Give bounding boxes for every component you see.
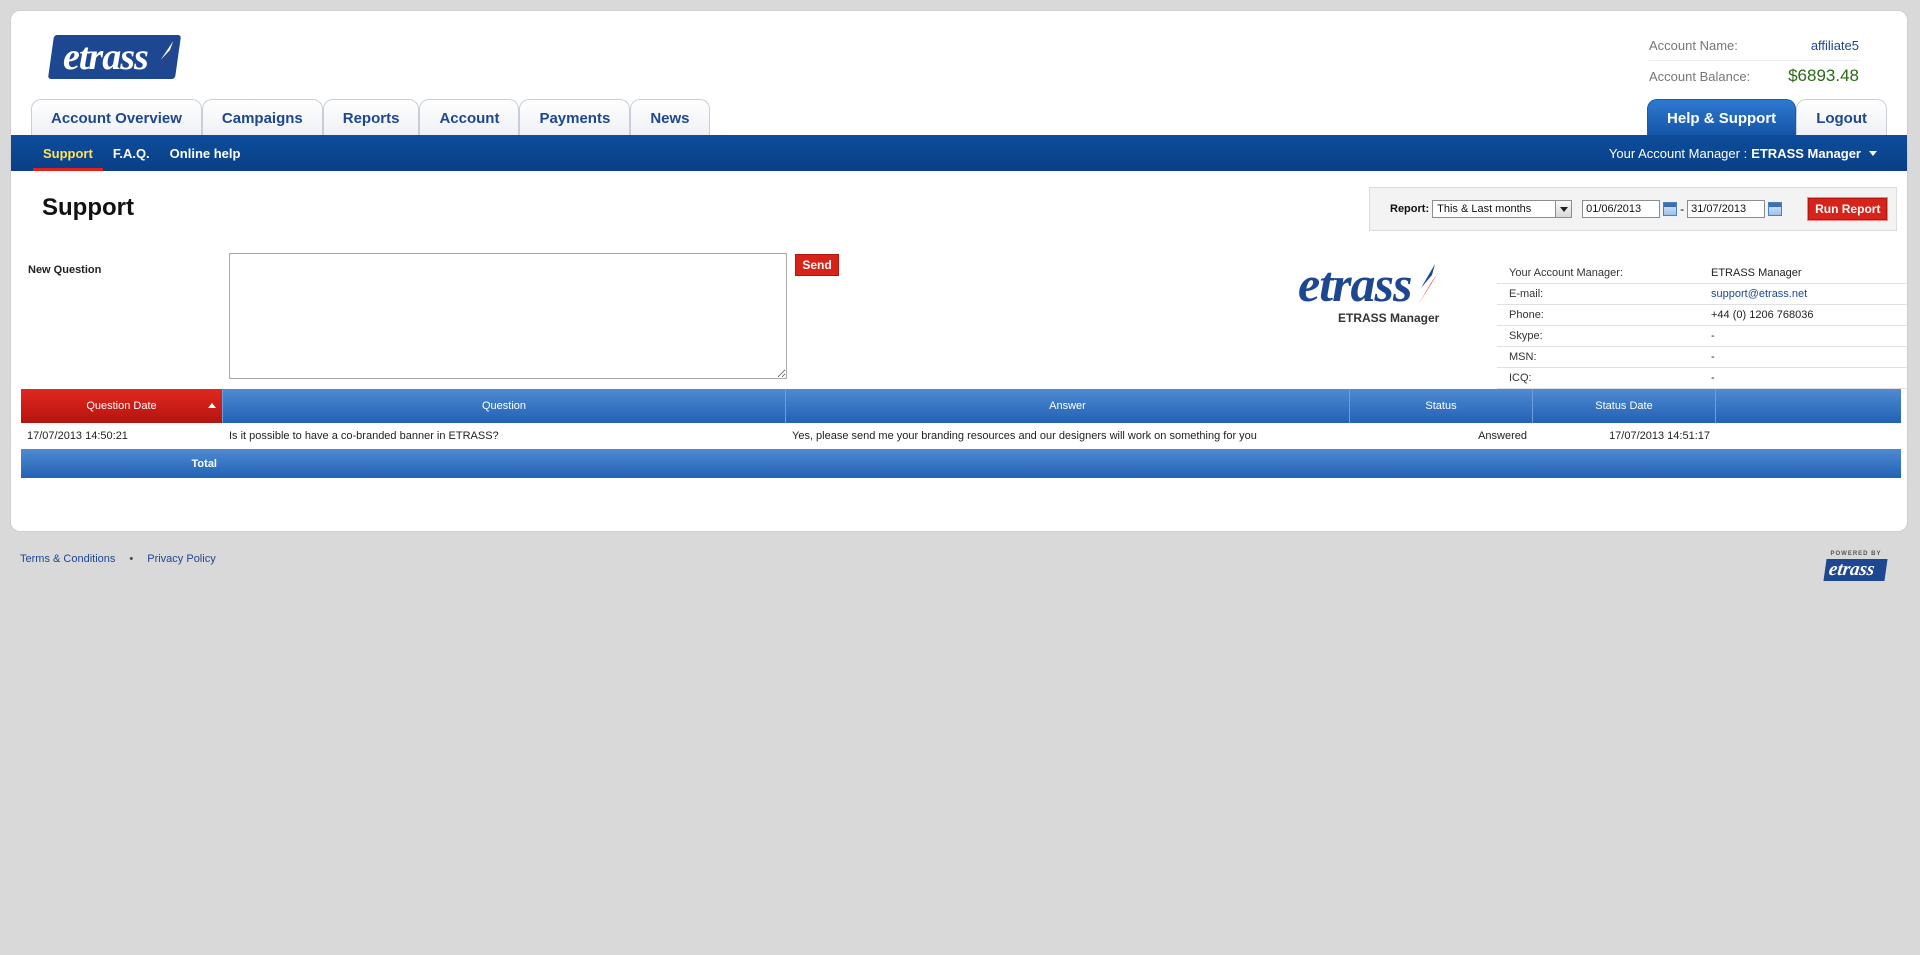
date-from-input[interactable]: 01/06/2013 bbox=[1582, 200, 1661, 218]
logo-swoosh-icon bbox=[1418, 264, 1439, 305]
right-nav-tabs: Help & Support Logout bbox=[1647, 99, 1887, 136]
new-question-label: New Question bbox=[28, 264, 102, 276]
cell-status: Answered bbox=[1478, 430, 1527, 442]
sort-ascending-icon bbox=[208, 403, 216, 408]
cell-answer: Yes, please send me your branding resour… bbox=[792, 430, 1257, 442]
report-label: Report: bbox=[1390, 203, 1430, 215]
skype-label: Skype: bbox=[1509, 330, 1543, 342]
calendar-icon[interactable] bbox=[1768, 202, 1783, 216]
column-header-extra bbox=[1716, 389, 1901, 423]
manager-contact-info: Your Account Manager: ETRASS Manager E-ma… bbox=[1497, 263, 1907, 389]
etrass-logo[interactable]: etrass bbox=[47, 35, 181, 79]
column-header-label: Question bbox=[481, 400, 527, 412]
tab-logout[interactable]: Logout bbox=[1796, 99, 1887, 136]
msn-value: - bbox=[1711, 351, 1715, 363]
skype-value: - bbox=[1711, 330, 1715, 342]
email-row: E-mail: support@etrass.net bbox=[1497, 284, 1907, 305]
new-question-textarea[interactable] bbox=[229, 253, 787, 379]
chevron-down-icon bbox=[1869, 150, 1877, 156]
account-name-label: Account Name: bbox=[1649, 38, 1738, 53]
email-label: E-mail: bbox=[1509, 288, 1544, 300]
sub-navigation: Support F.A.Q. Online help Your Account … bbox=[11, 135, 1907, 171]
cell-question-date: 17/07/2013 14:50:21 bbox=[27, 430, 128, 442]
column-header-label: Question Date bbox=[86, 400, 157, 412]
table-footer: Total bbox=[21, 449, 1901, 478]
questions-table: Question Date Question Answer Status Sta… bbox=[21, 389, 1901, 478]
powered-by-label: POWERED BY bbox=[1830, 551, 1882, 557]
skype-row: Skype: - bbox=[1497, 326, 1907, 347]
main-panel: etrass Account Name: affiliate5 Account … bbox=[10, 10, 1908, 532]
terms-link[interactable]: Terms & Conditions bbox=[20, 553, 115, 565]
column-header-label: Status Date bbox=[1595, 400, 1653, 412]
powered-logo-text: etrass bbox=[1827, 559, 1877, 580]
icq-row: ICQ: - bbox=[1497, 368, 1907, 389]
privacy-link[interactable]: Privacy Policy bbox=[147, 553, 215, 565]
main-nav-tabs: Account Overview Campaigns Reports Accou… bbox=[31, 99, 710, 136]
account-manager-menu[interactable]: Your Account Manager : ETRASS Manager bbox=[1609, 135, 1877, 171]
cell-question: Is it possible to have a co-branded bann… bbox=[229, 430, 499, 442]
tab-account[interactable]: Account bbox=[419, 99, 520, 136]
column-header-answer[interactable]: Answer bbox=[786, 389, 1350, 423]
manager-caption: ETRASS Manager bbox=[1338, 311, 1440, 325]
send-button[interactable]: Send bbox=[795, 254, 839, 276]
account-name-value: affiliate5 bbox=[1810, 38, 1859, 53]
tab-payments[interactable]: Payments bbox=[519, 99, 631, 136]
logo-text: etrass bbox=[63, 36, 148, 78]
tab-help-support[interactable]: Help & Support bbox=[1647, 99, 1797, 136]
table-header: Question Date Question Answer Status Sta… bbox=[21, 389, 1901, 423]
column-header-question[interactable]: Question bbox=[223, 389, 786, 423]
run-report-button[interactable]: Run Report bbox=[1807, 197, 1889, 221]
cell-status-date: 17/07/2013 14:51:17 bbox=[1609, 430, 1710, 442]
subnav-faq[interactable]: F.A.Q. bbox=[113, 135, 150, 171]
account-manager-name: ETRASS Manager bbox=[1751, 145, 1861, 161]
tab-account-overview[interactable]: Account Overview bbox=[31, 99, 202, 136]
msn-row: MSN: - bbox=[1497, 347, 1907, 368]
subnav-support[interactable]: Support bbox=[33, 135, 103, 171]
page-title: Support bbox=[42, 194, 134, 221]
column-header-label: Answer bbox=[1049, 400, 1086, 412]
manager-logo-text: etrass bbox=[1298, 256, 1412, 312]
tab-news[interactable]: News bbox=[630, 99, 710, 136]
msn-label: MSN: bbox=[1509, 351, 1537, 363]
manager-row: Your Account Manager: ETRASS Manager bbox=[1497, 263, 1907, 284]
tab-reports[interactable]: Reports bbox=[322, 99, 420, 136]
logo-box: etrass bbox=[47, 35, 181, 79]
manager-row-value: ETRASS Manager bbox=[1711, 267, 1802, 279]
footer-links: Terms & Conditions • Privacy Policy bbox=[20, 553, 216, 565]
subnav-online-help[interactable]: Online help bbox=[170, 135, 241, 171]
account-name-row: Account Name: affiliate5 bbox=[1649, 31, 1859, 61]
account-manager-prefix: Your Account Manager : bbox=[1608, 145, 1748, 161]
logo-swoosh-icon bbox=[155, 41, 174, 73]
manager-row-label: Your Account Manager: bbox=[1509, 267, 1623, 279]
powered-by-logo[interactable]: POWERED BY etrass bbox=[1816, 551, 1896, 581]
column-header-label: Status bbox=[1425, 400, 1457, 412]
report-filter: Report: This & Last months 01/06/2013 - … bbox=[1369, 187, 1897, 231]
account-balance-label: Account Balance: bbox=[1649, 68, 1751, 84]
account-balance-row: Account Balance: $6893.48 bbox=[1649, 61, 1859, 91]
table-row[interactable]: 17/07/2013 14:50:21 Is it possible to ha… bbox=[21, 423, 1901, 449]
phone-value: +44 (0) 1206 768036 bbox=[1711, 309, 1814, 321]
account-balance-value: $6893.48 bbox=[1788, 66, 1859, 85]
date-separator: - bbox=[1680, 202, 1685, 216]
account-summary: Account Name: affiliate5 Account Balance… bbox=[1649, 31, 1859, 91]
phone-row: Phone: +44 (0) 1206 768036 bbox=[1497, 305, 1907, 326]
tab-campaigns[interactable]: Campaigns bbox=[201, 99, 323, 136]
column-header-status[interactable]: Status bbox=[1350, 389, 1533, 423]
column-header-question-date[interactable]: Question Date bbox=[21, 389, 223, 423]
powered-by-etrass: etrass bbox=[1823, 559, 1889, 581]
column-header-status-date[interactable]: Status Date bbox=[1533, 389, 1716, 423]
icq-label: ICQ: bbox=[1509, 372, 1532, 384]
dropdown-arrow-icon[interactable] bbox=[1555, 201, 1572, 217]
email-link[interactable]: support@etrass.net bbox=[1711, 288, 1807, 300]
date-to-input[interactable]: 31/07/2013 bbox=[1687, 200, 1766, 218]
icq-value: - bbox=[1711, 372, 1715, 384]
calendar-icon[interactable] bbox=[1663, 202, 1678, 216]
report-range-select[interactable]: This & Last months bbox=[1432, 200, 1573, 218]
footer-bullet: • bbox=[129, 553, 134, 565]
report-range-value: This & Last months bbox=[1437, 203, 1532, 215]
manager-logo: etrass bbox=[1298, 259, 1439, 309]
phone-label: Phone: bbox=[1509, 309, 1544, 321]
total-label: Total bbox=[191, 457, 217, 470]
